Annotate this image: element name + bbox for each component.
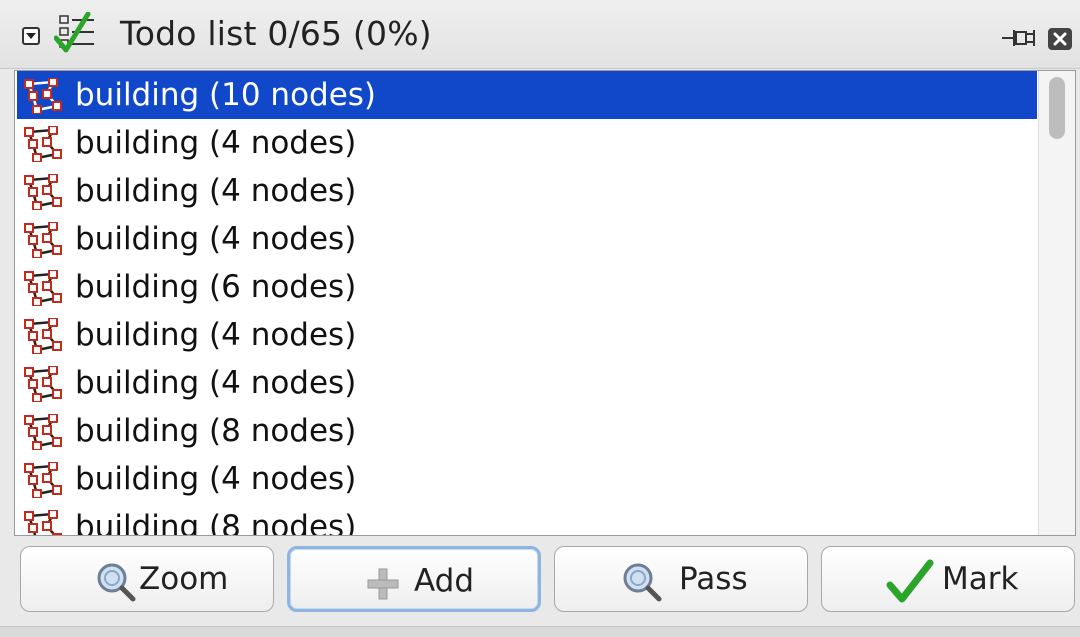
way-polygon-icon	[23, 317, 63, 355]
add-button[interactable]: Add	[287, 546, 541, 612]
mark-button[interactable]: Mark	[821, 546, 1075, 612]
list-item-label: building (8 nodes)	[75, 413, 357, 449]
list-item[interactable]: building (8 nodes)	[17, 503, 1037, 536]
list-item[interactable]: building (4 nodes)	[17, 167, 1037, 215]
todo-list: building (10 nodes) building (4 nodes) b…	[14, 70, 1076, 536]
way-polygon-icon	[23, 413, 63, 451]
list-item-label: building (8 nodes)	[75, 509, 357, 536]
todo-list-panel: Todo list 0/65 (0%) building (10 nodes)	[0, 0, 1080, 637]
pass-button[interactable]: Pass	[554, 546, 808, 612]
pass-button-label: Pass	[679, 561, 748, 597]
list-item-label: building (4 nodes)	[75, 125, 357, 161]
way-polygon-icon	[23, 125, 63, 163]
button-bar: Zoom Add Pass Mark	[0, 538, 1080, 636]
panel-title: Todo list 0/65 (0%)	[120, 14, 432, 53]
list-item-label: building (6 nodes)	[75, 269, 357, 305]
list-item[interactable]: building (4 nodes)	[17, 311, 1037, 359]
plus-icon	[362, 563, 404, 605]
scrollbar-thumb[interactable]	[1049, 77, 1065, 139]
bottom-edge	[0, 626, 1080, 637]
list-item-label: building (4 nodes)	[75, 365, 357, 401]
way-polygon-icon	[23, 221, 63, 259]
list-item[interactable]: building (4 nodes)	[17, 215, 1037, 263]
list-item[interactable]: building (4 nodes)	[17, 119, 1037, 167]
list-item-label: building (4 nodes)	[75, 317, 357, 353]
list-item[interactable]: building (8 nodes)	[17, 407, 1037, 455]
list-item-label: building (4 nodes)	[75, 221, 357, 257]
zoom-magnifier-icon	[95, 561, 137, 603]
list-item[interactable]: building (10 nodes)	[17, 71, 1037, 119]
way-polygon-icon	[23, 77, 63, 115]
vertical-scrollbar[interactable]	[1038, 71, 1075, 535]
way-polygon-icon	[23, 269, 63, 307]
zoom-button[interactable]: Zoom	[20, 546, 274, 612]
panel-title-bar: Todo list 0/65 (0%)	[0, 0, 1080, 69]
list-item-label: building (4 nodes)	[75, 461, 357, 497]
way-polygon-icon	[23, 365, 63, 403]
way-polygon-icon	[23, 173, 63, 211]
zoom-button-label: Zoom	[139, 561, 229, 597]
checkmark-icon	[886, 557, 934, 605]
collapse-arrow-icon[interactable]	[22, 27, 40, 45]
pin-icon[interactable]	[1000, 26, 1040, 50]
list-item[interactable]: building (4 nodes)	[17, 455, 1037, 503]
way-polygon-icon	[23, 509, 63, 535]
todo-checklist-icon	[53, 11, 100, 56]
todo-list-items: building (10 nodes) building (4 nodes) b…	[17, 71, 1037, 536]
list-item[interactable]: building (6 nodes)	[17, 263, 1037, 311]
way-polygon-icon	[23, 461, 63, 499]
list-item-label: building (10 nodes)	[75, 77, 377, 113]
close-icon[interactable]	[1048, 28, 1072, 50]
add-button-label: Add	[414, 563, 475, 599]
list-item[interactable]: building (4 nodes)	[17, 359, 1037, 407]
list-item-label: building (4 nodes)	[75, 173, 357, 209]
mark-button-label: Mark	[942, 561, 1019, 597]
zoom-magnifier-icon	[621, 561, 663, 603]
